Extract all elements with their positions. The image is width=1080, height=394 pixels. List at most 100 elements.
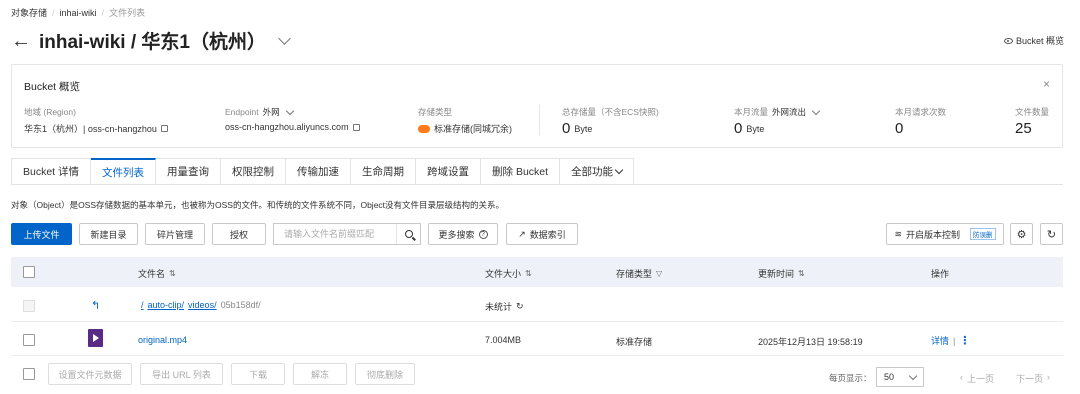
chevron-down-icon[interactable] [811,106,821,115]
fragment-management-button[interactable]: 碎片管理 [145,223,205,245]
breadcrumb-separator: / [101,7,105,18]
tab-transfer-acceleration[interactable]: 传输加速 [286,158,352,185]
detail-link[interactable]: 详情 [931,334,949,347]
refresh-icon: ↻ [1046,228,1057,241]
chevron-down-icon[interactable] [278,32,291,45]
cloud-icon [418,124,430,133]
upload-file-button[interactable]: 上传文件 [11,223,72,245]
video-file-icon [88,329,103,347]
new-directory-button[interactable]: 新建目录 [79,223,138,245]
refresh-icon[interactable]: ↻ [516,301,524,312]
tab-cors[interactable]: 跨域设置 [416,158,482,185]
settings-button[interactable]: ⚙ [1010,223,1033,245]
data-index-button[interactable]: ↗ 数据索引 [506,223,578,245]
export-url-button[interactable]: 导出 URL 列表 [140,363,223,385]
tab-delete-bucket[interactable]: 删除 Bucket [481,158,561,185]
next-page-label: 下一页 [1016,374,1044,384]
tab-bucket-details[interactable]: Bucket 详情 [11,158,92,185]
search-button[interactable] [396,224,420,244]
divider [539,105,540,135]
tab-lifecycle[interactable]: 生命周期 [351,158,417,185]
file-name-link[interactable]: original.mp4 [138,335,187,345]
row-actions: 详情 | ⋮ [931,334,970,347]
more-search-button[interactable]: 更多搜索 ? [428,223,498,245]
storage-class: 标准存储 [616,337,653,347]
tab-usage[interactable]: 用量查询 [156,158,222,185]
more-vertical-icon[interactable]: ⋮ [959,334,970,347]
updated-time: 2025年12月13日 19:58:19 [758,337,863,347]
set-metadata-button[interactable]: 设置文件元数据 [48,363,132,385]
refresh-button[interactable]: ↻ [1040,223,1063,245]
bucket-overview-link[interactable]: Bucket 概览 [1003,34,1064,47]
monthly-traffic-value: 0 [734,120,743,137]
path-segment-link[interactable]: auto-clip/ [148,300,185,310]
endpoint-network-select[interactable]: 外网 [263,106,280,118]
versioning-label: 开启版本控制 [906,229,961,240]
total-storage-unit: Byte [574,123,593,134]
page-size-label: 每页显示： [829,373,872,383]
path-segment-link[interactable]: videos/ [188,300,217,310]
breadcrumb: 对象存储 / inhai-wiki / 文件列表 [11,6,145,19]
gear-icon: ⚙ [1016,228,1027,241]
search-box [273,223,421,245]
storage-class-stat: 存储类型 标准存储(同城冗余) [418,106,512,135]
table-row[interactable]: original.mp4 7.004MB 标准存储 2025年12月13日 19… [11,323,1063,356]
chevron-left-icon: ‹ [960,372,963,382]
traffic-type-select[interactable]: 外网流出 [772,106,806,118]
filter-icon[interactable]: ▽ [656,269,662,278]
region-label: 地域 (Region) [24,107,76,117]
size-value: 未统计 [485,302,513,312]
tab-all-features[interactable]: 全部功能 [560,158,635,185]
enable-versioning-button[interactable]: ≋ 开启版本控制 防误删 [886,223,1004,245]
region-value: 华东1（杭州）| oss-cn-hangzhou [24,124,157,134]
restore-button[interactable]: 解冻 [293,363,347,385]
chevron-down-icon [614,165,624,175]
sort-icon[interactable]: ⇅ [798,269,805,278]
column-size[interactable]: 文件大小 ⇅ [485,267,532,280]
authorize-button[interactable]: 授权 [212,223,266,245]
column-storage[interactable]: 存储类型 ▽ [616,267,662,280]
column-updated-label: 更新时间 [758,269,795,279]
size-cell: 未统计 ↻ [485,300,524,313]
download-button[interactable]: 下载 [231,363,285,385]
copy-icon[interactable] [160,125,168,132]
chevron-right-icon: › [1047,372,1051,382]
page-size-select[interactable]: 50 [876,367,924,387]
file-count-label: 文件数量 [1015,107,1050,117]
file-count-value: 25 [1015,120,1032,137]
card-title: Bucket 概览 [24,81,81,93]
monthly-requests-value: 0 [895,120,904,137]
column-size-label: 文件大小 [485,269,522,279]
layers-icon: ≋ [894,228,903,239]
next-page-button[interactable]: 下一页 › [1016,372,1050,385]
total-storage-value: 0 [562,120,571,137]
table-header: 文件名 ⇅ 文件大小 ⇅ 存储类型 ▽ 更新时间 ⇅ 操作 [11,257,1063,287]
path-root-link[interactable]: / [141,300,144,310]
help-icon: ? [478,229,488,239]
tab-all-features-label: 全部功能 [571,166,614,178]
region-stat: 地域 (Region) 华东1（杭州）| oss-cn-hangzhou [24,106,168,135]
copy-icon[interactable] [352,123,360,131]
sort-icon[interactable]: ⇅ [525,269,532,278]
back-arrow-icon[interactable]: ← [11,31,31,51]
select-all-checkbox[interactable] [23,368,35,380]
breadcrumb-item-bucket[interactable]: inhai-wiki [60,8,97,18]
tab-file-list[interactable]: 文件列表 [91,158,157,185]
back-up-icon[interactable]: ↰ [91,299,100,312]
column-updated[interactable]: 更新时间 ⇅ [758,267,805,280]
breadcrumb-item-oss[interactable]: 对象存储 [11,6,47,19]
tab-permissions[interactable]: 权限控制 [221,158,287,185]
eye-icon [1003,37,1013,44]
sort-icon[interactable]: ⇅ [169,269,176,278]
total-storage-label: 总存储量（不含ECS快照) [562,107,659,117]
bucket-overview-card: Bucket 概览 × 地域 (Region) 华东1（杭州）| oss-cn-… [11,64,1063,148]
prev-page-button[interactable]: ‹ 上一页 [960,372,994,385]
close-icon[interactable]: × [1043,77,1050,91]
select-all-checkbox[interactable] [23,266,35,278]
chevron-down-icon[interactable] [285,106,294,115]
row-checkbox[interactable] [23,334,35,346]
path-breadcrumb: / auto-clip/ videos/ 05b158df/ [141,300,261,310]
column-name[interactable]: 文件名 ⇅ [138,267,176,280]
permanent-delete-button[interactable]: 彻底删除 [355,363,415,385]
search-input[interactable] [274,224,396,244]
